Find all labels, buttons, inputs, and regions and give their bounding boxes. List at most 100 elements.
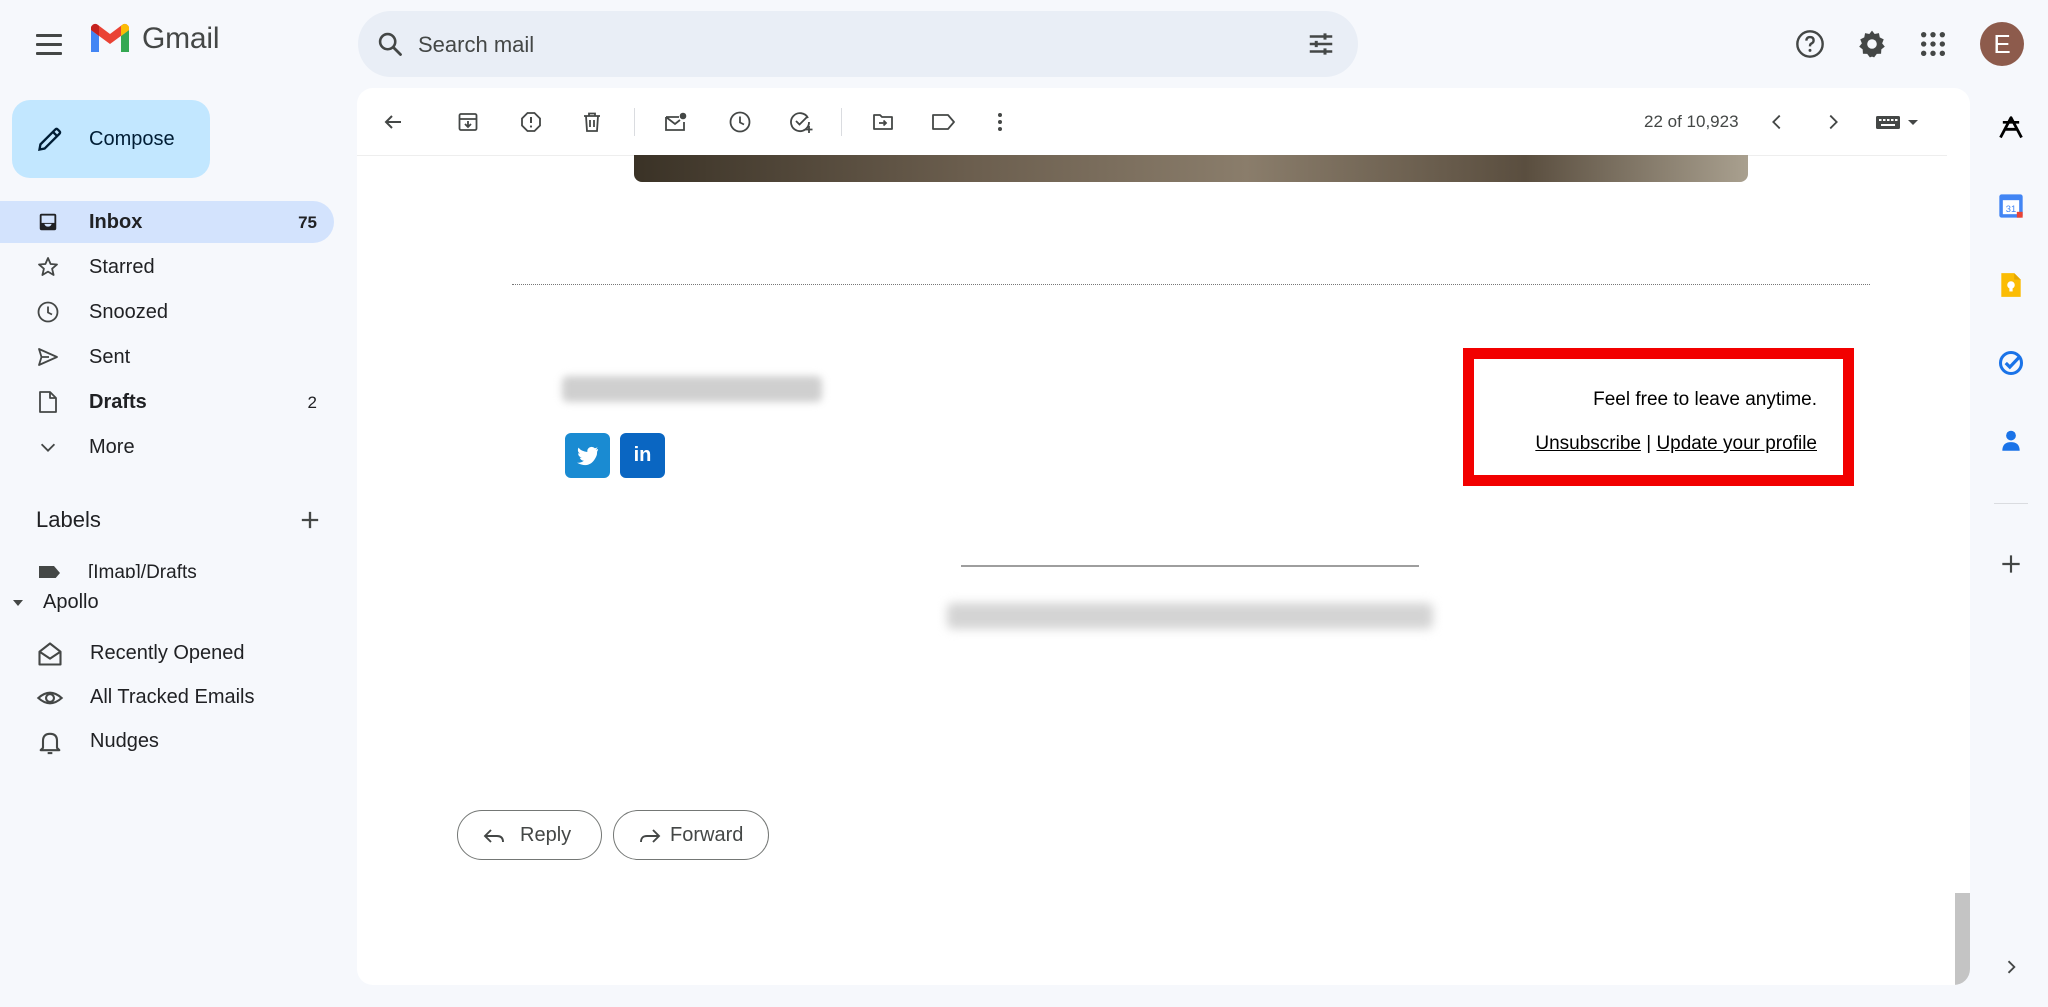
dotted-divider — [512, 284, 1870, 285]
pencil-icon — [38, 127, 62, 151]
reply-label: Reply — [520, 824, 572, 846]
apollo-header-label: Apollo — [43, 591, 99, 613]
search-bar[interactable]: Search mail — [358, 11, 1358, 77]
opened-envelope-icon — [38, 642, 62, 666]
sidebar-item-label: Inbox — [89, 211, 143, 233]
input-tools-keyboard-icon[interactable] — [1871, 108, 1927, 136]
google-tasks-icon[interactable] — [1994, 346, 2028, 380]
more-options-icon[interactable] — [986, 108, 1014, 136]
caret-down-icon — [13, 599, 23, 606]
mark-unread-icon[interactable] — [662, 108, 690, 136]
sidebar-item-nudges[interactable]: Nudges — [0, 719, 334, 761]
svg-text:31: 31 — [2006, 204, 2016, 214]
unsubscribe-link[interactable]: Unsubscribe — [1535, 433, 1641, 454]
draft-file-icon — [36, 390, 60, 414]
trash-icon[interactable] — [578, 108, 606, 136]
footer-divider — [961, 565, 1419, 567]
add-task-icon[interactable] — [787, 108, 815, 136]
email-toolbar: 22 of 10,923 — [357, 88, 1947, 156]
label-tag-icon — [39, 566, 60, 578]
search-options-icon[interactable] — [1306, 29, 1336, 59]
sidebar-item-inbox[interactable]: Inbox 75 — [0, 201, 334, 243]
archive-icon[interactable] — [454, 108, 482, 136]
move-to-folder-icon[interactable] — [869, 108, 897, 136]
sidebar-item-drafts[interactable]: Drafts 2 — [0, 381, 334, 423]
email-view: 22 of 10,923 in Feel free to leave anyti… — [357, 88, 1970, 985]
search-input[interactable]: Search mail — [418, 32, 534, 58]
compose-button[interactable]: Compose — [12, 100, 210, 178]
main-menu-button[interactable] — [30, 26, 70, 62]
google-calendar-icon[interactable]: 31 — [1994, 189, 2028, 223]
toolbar-divider — [634, 108, 635, 136]
add-label-button[interactable] — [296, 506, 324, 534]
search-icon[interactable] — [376, 30, 404, 58]
sidebar-item-label: Recently Opened — [90, 642, 245, 664]
update-profile-link[interactable]: Update your profile — [1656, 433, 1817, 454]
sidebar-item-starred[interactable]: Starred — [0, 246, 334, 288]
company-name-blurred — [562, 376, 822, 402]
back-arrow-icon[interactable] — [379, 108, 407, 136]
newer-chevron-left-icon[interactable] — [1763, 108, 1791, 136]
reply-arrow-icon — [483, 829, 504, 843]
footer-links: Unsubscribe | Update your profile — [1535, 433, 1817, 455]
chevron-down-icon — [36, 435, 60, 459]
report-spam-icon[interactable] — [517, 108, 545, 136]
show-side-panel-chevron-icon[interactable] — [1994, 950, 2028, 984]
labels-header: Labels — [36, 507, 101, 532]
side-panel-divider — [1994, 503, 2028, 504]
snooze-clock-icon[interactable] — [726, 108, 754, 136]
plus-icon — [301, 511, 319, 529]
email-image — [634, 155, 1748, 182]
google-contacts-icon[interactable] — [1994, 424, 2028, 458]
page-count: 22 of 10,923 — [1644, 112, 1739, 131]
eye-icon — [36, 691, 64, 705]
sidebar-item-label: Nudges — [90, 730, 159, 752]
apollo-section-header[interactable]: Apollo — [10, 591, 99, 614]
twitter-icon — [576, 446, 598, 465]
sidebar-item-snoozed[interactable]: Snoozed — [0, 291, 334, 333]
linkedin-icon: in — [633, 444, 652, 466]
sidebar-item-label: More — [89, 436, 135, 458]
sidebar-item-sent[interactable]: Sent — [0, 336, 334, 378]
twitter-link[interactable] — [565, 433, 610, 478]
bell-icon — [39, 732, 61, 755]
draft-count: 2 — [307, 393, 317, 412]
forward-arrow-icon — [640, 829, 661, 843]
account-avatar[interactable]: E — [1980, 22, 2024, 66]
sidebar-item-all-tracked-emails[interactable]: All Tracked Emails — [0, 675, 334, 717]
get-addons-plus-icon[interactable] — [1994, 547, 2028, 581]
google-apps-icon[interactable] — [1913, 24, 1953, 64]
gmail-logo[interactable]: Gmail — [88, 22, 220, 56]
gmail-logo-text: Gmail — [142, 22, 220, 55]
help-icon[interactable] — [1790, 24, 1830, 64]
sidebar-item-label-imap-drafts[interactable]: [Imap]/Drafts — [36, 558, 336, 578]
sidebar-item-label: Snoozed — [89, 301, 168, 323]
linkedin-link[interactable]: in — [620, 433, 665, 478]
compose-label: Compose — [89, 128, 175, 150]
settings-gear-icon[interactable] — [1852, 24, 1892, 64]
leave-anytime-text: Feel free to leave anytime. — [1593, 389, 1817, 410]
sidebar-item-more[interactable]: More — [0, 426, 334, 468]
google-keep-icon[interactable] — [1994, 268, 2028, 302]
forward-button[interactable]: Forward — [613, 810, 769, 860]
sidebar-item-recently-opened[interactable]: Recently Opened — [0, 631, 334, 673]
scrollbar-thumb[interactable] — [1955, 893, 1970, 985]
apollo-addon-icon[interactable] — [1994, 110, 2028, 144]
label-name: [Imap]/Drafts — [88, 562, 197, 578]
top-bar: Gmail Search mail E — [0, 0, 2048, 88]
send-icon — [36, 345, 60, 369]
sidebar-item-label: Starred — [89, 256, 155, 278]
clock-icon — [36, 300, 60, 324]
address-blurred — [947, 603, 1433, 629]
unsubscribe-highlight-box: Feel free to leave anytime. Unsubscribe … — [1463, 348, 1854, 486]
inbox-icon — [36, 210, 60, 234]
toolbar-divider — [841, 108, 842, 136]
forward-label: Forward — [670, 824, 744, 846]
unread-count: 75 — [298, 213, 317, 232]
gmail-m-icon — [91, 23, 129, 52]
reply-button[interactable]: Reply — [457, 810, 602, 860]
sidebar-item-label: Drafts — [89, 391, 147, 413]
label-icon[interactable] — [930, 108, 958, 136]
older-chevron-right-icon[interactable] — [1819, 108, 1847, 136]
star-icon — [36, 255, 60, 279]
